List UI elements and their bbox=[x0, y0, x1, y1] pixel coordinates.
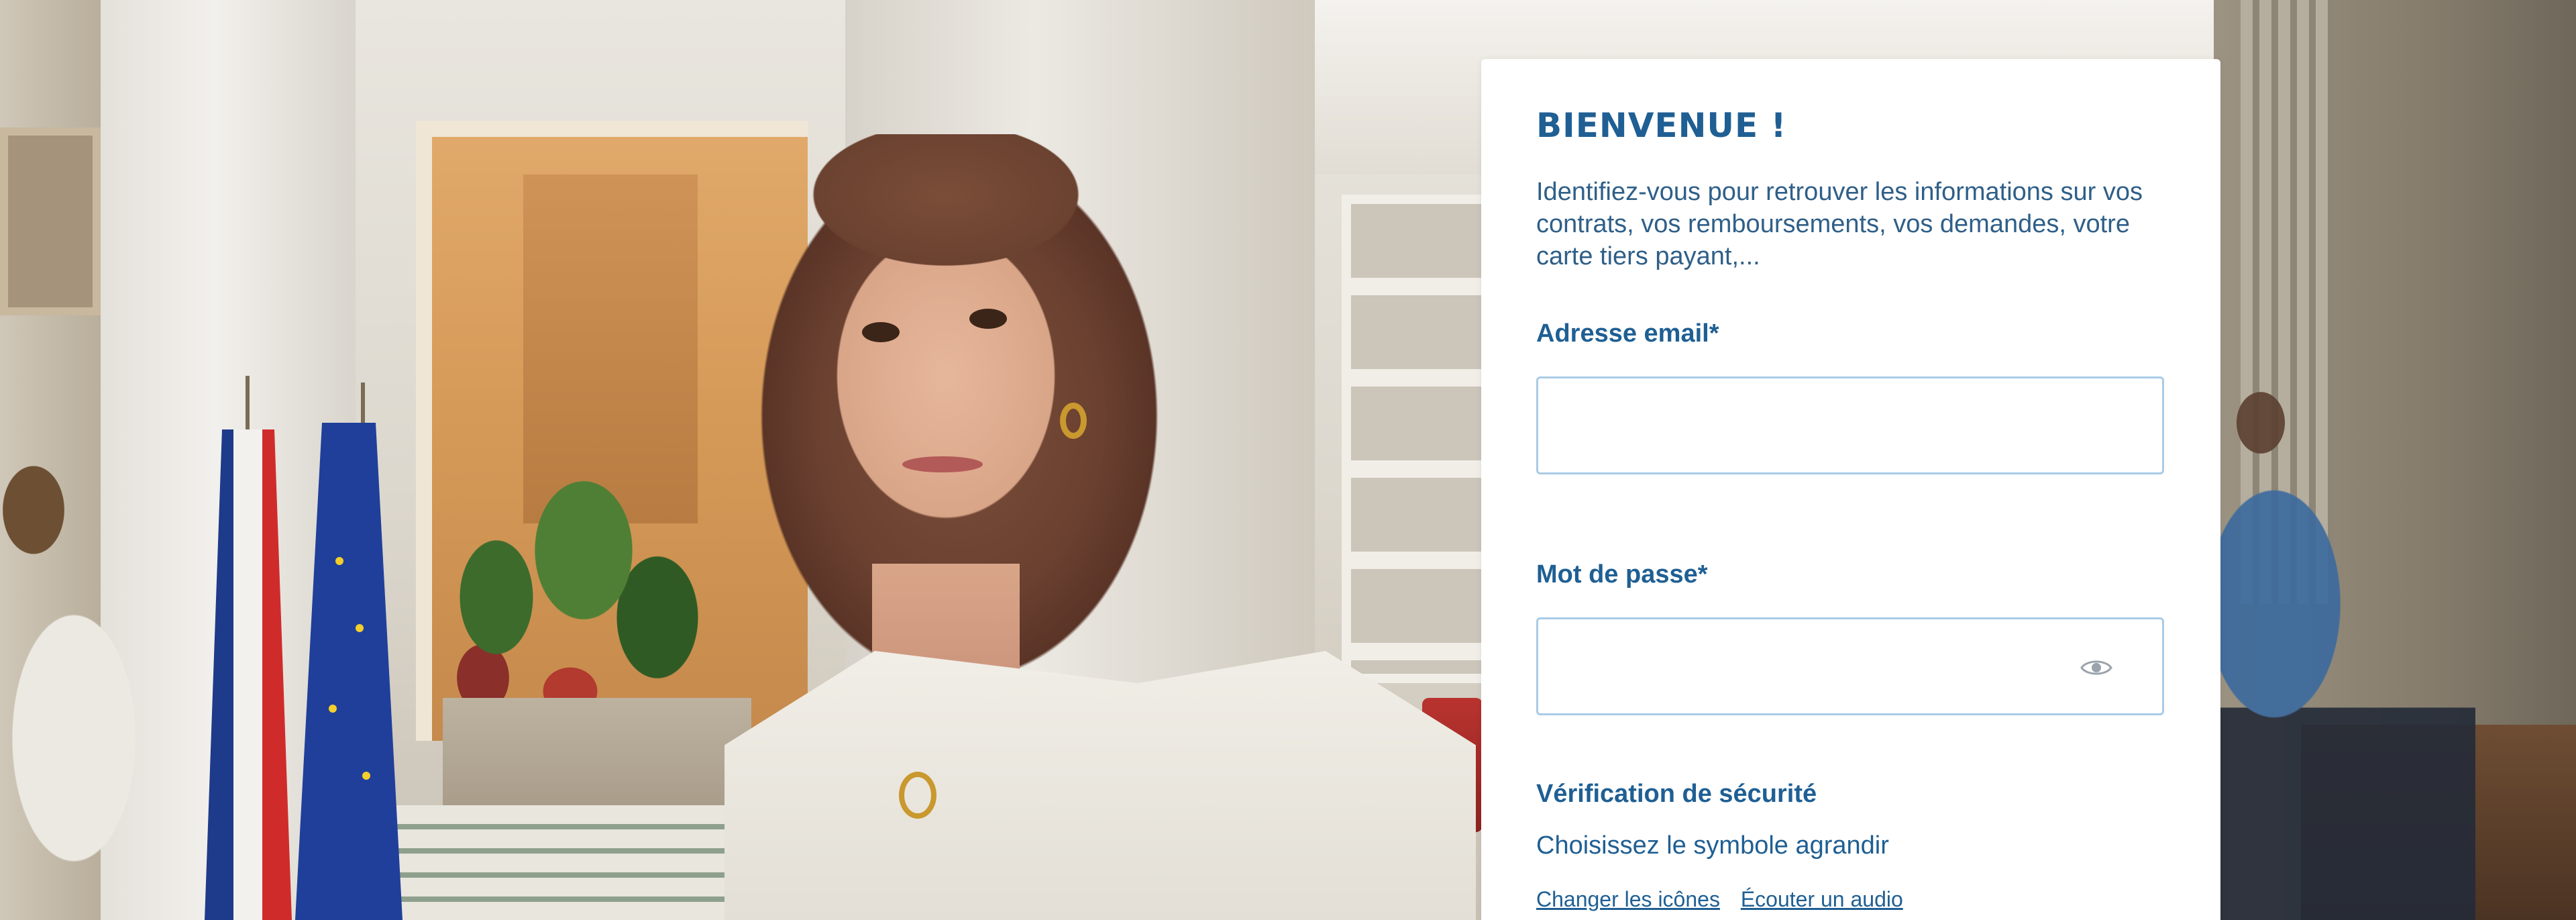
eye-icon[interactable] bbox=[2080, 657, 2112, 678]
login-title: BIENVENUE ! bbox=[1536, 106, 1787, 145]
password-field-box bbox=[1536, 617, 2164, 715]
woman-portrait bbox=[671, 94, 1476, 920]
listen-audio-link[interactable]: Écouter un audio bbox=[1741, 887, 1903, 911]
page: BIENVENUE ! Identifiez-vous pour retrouv… bbox=[0, 0, 2576, 920]
background-person-left bbox=[0, 456, 181, 920]
security-check-title: Vérification de sécurité bbox=[1536, 780, 1817, 808]
email-field[interactable] bbox=[1538, 378, 2162, 472]
background-person-right bbox=[2220, 389, 2475, 920]
change-icons-link[interactable]: Changer les icônes bbox=[1536, 887, 1720, 911]
login-card: BIENVENUE ! Identifiez-vous pour retrouv… bbox=[1481, 59, 2220, 920]
captcha-links: Changer les icônes Écouter un audio bbox=[1536, 887, 2165, 912]
email-label: Adresse email* bbox=[1536, 319, 1719, 348]
password-field[interactable] bbox=[1538, 619, 2162, 713]
password-label: Mot de passe* bbox=[1536, 560, 1708, 589]
security-check-instruction: Choisissez le symbole agrandir bbox=[1536, 831, 1889, 860]
login-intro-text: Identifiez-vous pour retrouver les infor… bbox=[1536, 178, 2143, 270]
email-field-box bbox=[1536, 376, 2164, 474]
